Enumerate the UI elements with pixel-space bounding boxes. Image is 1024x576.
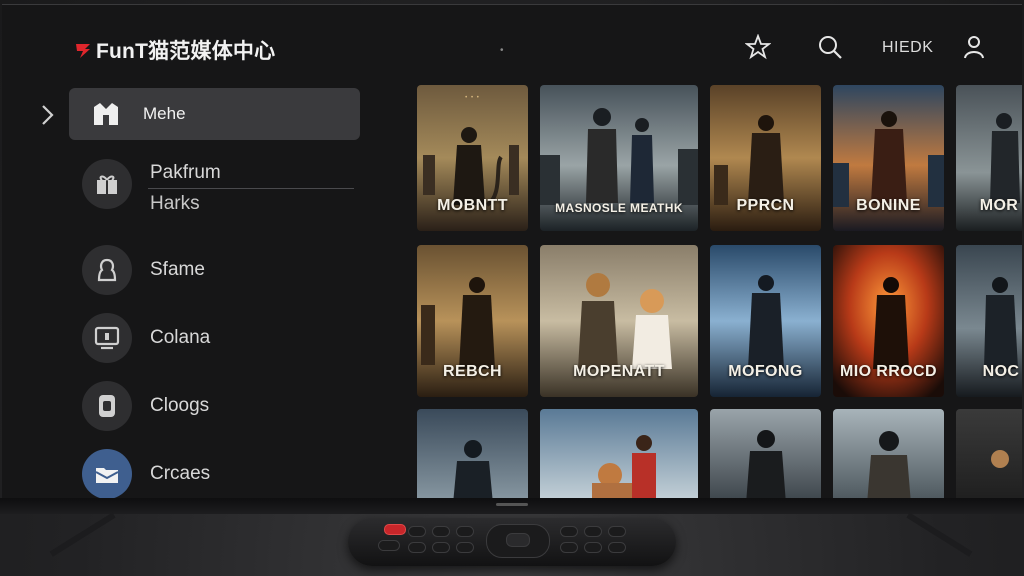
folder-icon	[82, 449, 132, 499]
sidebar-item-home[interactable]: Mehe	[69, 88, 360, 140]
remote-button[interactable]	[560, 542, 578, 553]
poster-title: MOFONG	[728, 363, 803, 380]
star-icon[interactable]	[744, 33, 772, 61]
poster-artwork	[833, 409, 944, 500]
poster-card[interactable]	[417, 409, 528, 500]
home-icon	[91, 99, 121, 129]
sidebar-item-colana[interactable]: Colana	[82, 312, 362, 364]
poster-card[interactable]: • • • MOBNTT	[417, 85, 528, 231]
remote-control	[348, 518, 676, 566]
person-icon	[82, 245, 132, 295]
poster-card[interactable]	[956, 409, 1022, 500]
poster-card[interactable]	[710, 409, 821, 500]
divider	[148, 188, 354, 189]
poster-title: REBCH	[443, 363, 502, 380]
header-indicator: •	[500, 45, 504, 56]
power-button[interactable]	[384, 524, 406, 535]
poster-card[interactable]: REBCH	[417, 245, 528, 397]
sidebar-subitem-harks[interactable]: Harks	[150, 193, 200, 215]
poster-card[interactable]: PPRCN	[710, 85, 821, 231]
poster-card[interactable]	[540, 409, 698, 500]
poster-title: MIO RROCD	[840, 363, 937, 380]
chevron-right-icon[interactable]	[38, 103, 58, 127]
poster-title: MASNOSLE MEATHK	[555, 201, 683, 215]
gift-icon	[82, 159, 132, 209]
remote-button[interactable]	[456, 542, 474, 553]
remote-button[interactable]	[408, 526, 426, 537]
logo-mark-icon	[76, 44, 90, 58]
remote-button[interactable]	[408, 542, 426, 553]
poster-card[interactable]: MOR	[956, 85, 1022, 231]
tv-screen: FunT猫范媒体中心 • HIEDK Mehe Pakfrum Harks Sf…	[2, 4, 1022, 500]
sidebar-item-label: Crcaes	[150, 463, 211, 484]
sidebar-item-crcaes[interactable]: Crcaes	[82, 448, 362, 500]
remote-button[interactable]	[456, 526, 474, 537]
poster-title: BONINE	[856, 197, 921, 214]
poster-card[interactable]: MOPENATT	[540, 245, 698, 397]
poster-title: PPRCN	[736, 197, 795, 214]
poster-title: MOPENATT	[573, 363, 665, 380]
poster-card[interactable]: MASNOSLE MEATHK	[540, 85, 698, 231]
sidebar-item-label: Pakfrum	[150, 162, 221, 183]
poster-card[interactable]: BONINE	[833, 85, 944, 231]
tv-bezel	[0, 498, 1024, 514]
poster-title: MOBNTT	[437, 197, 508, 214]
search-icon[interactable]	[816, 33, 844, 61]
poster-artwork	[710, 409, 821, 500]
sidebar-item-label: Cloogs	[150, 395, 210, 416]
poster-card[interactable]	[833, 409, 944, 500]
app-title: FunT猫范媒体中心	[96, 40, 276, 63]
remote-button[interactable]	[608, 542, 626, 553]
remote-button[interactable]	[432, 542, 450, 553]
ok-button[interactable]	[506, 533, 530, 547]
sidebar-item-pakfrum[interactable]: Pakfrum	[82, 158, 362, 210]
sidebar-item-label: Mehe	[143, 104, 186, 123]
poster-card[interactable]: NOC	[956, 245, 1022, 397]
remote-button[interactable]	[560, 526, 578, 537]
remote-button[interactable]	[584, 542, 602, 553]
sidebar-item-label: Sfame	[150, 259, 205, 280]
remote-button[interactable]	[378, 540, 400, 551]
remote-button[interactable]	[584, 526, 602, 537]
tv-brand-mark	[496, 503, 528, 506]
poster-title: MOR	[979, 197, 1019, 214]
header-bar: FunT猫范媒体中心 • HIEDK	[2, 5, 1022, 85]
monitor-icon	[82, 313, 132, 363]
sidebar-item-sfame[interactable]: Sfame	[82, 244, 362, 296]
user-icon[interactable]	[960, 33, 988, 61]
poster-card[interactable]: MOFONG	[710, 245, 821, 397]
poster-artwork	[540, 409, 698, 500]
sidebar-item-label: Colana	[150, 327, 211, 348]
poster-artwork	[417, 409, 528, 500]
remote-button[interactable]	[432, 526, 450, 537]
poster-card[interactable]: MIO RROCD	[833, 245, 944, 397]
poster-artwork	[956, 409, 1022, 500]
remote-button[interactable]	[608, 526, 626, 537]
tag-icon	[82, 381, 132, 431]
user-name-label[interactable]: HIEDK	[882, 39, 933, 57]
app-logo[interactable]: FunT猫范媒体中心	[74, 35, 275, 65]
sidebar-item-cloogs[interactable]: Cloogs	[82, 380, 362, 432]
poster-title: NOC	[982, 363, 1020, 380]
